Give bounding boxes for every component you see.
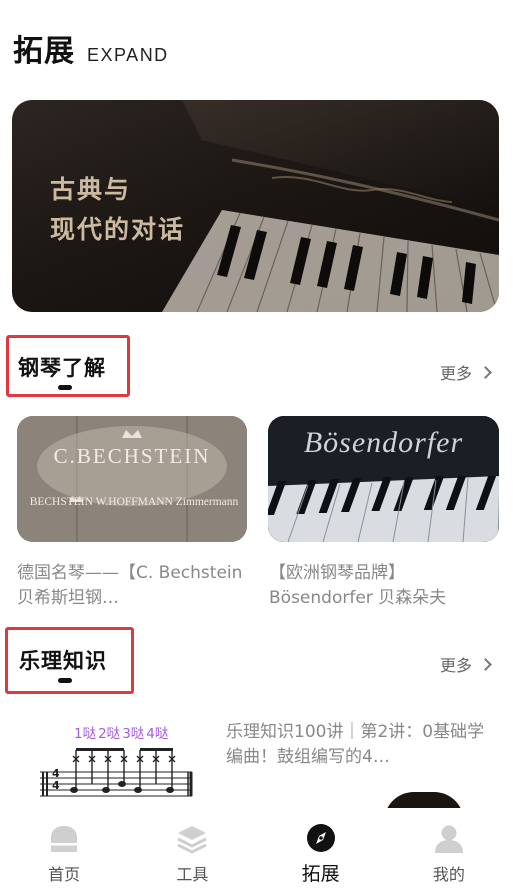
chevron-right-icon <box>479 657 492 671</box>
tab-mine-label: 我的 <box>432 865 465 884</box>
page-header: 拓展 EXPAND <box>13 26 169 69</box>
tab-expand[interactable]: 拓展 <box>257 808 385 892</box>
tab-tools-label: 工具 <box>176 865 209 884</box>
tab-tools[interactable]: 工具 <box>128 808 256 892</box>
banner-title: 古典与 现代的对话 <box>50 175 186 244</box>
bosendorfer-logo-text: Bösendorfer <box>303 426 464 459</box>
time-sig-bottom: 4 <box>52 779 60 792</box>
hero-banner[interactable]: 古典与 现代的对话 <box>12 100 499 312</box>
tab-expand-label: 拓展 <box>301 863 340 885</box>
lesson-title[interactable]: 乐理知识100讲｜第2讲：0基础学编曲！鼓组编写的4… <box>226 720 486 770</box>
section-theory-more-link[interactable]: 更多 <box>440 652 492 676</box>
more-label: 更多 <box>440 364 473 383</box>
user-icon <box>434 825 463 853</box>
page-title: 拓展 <box>13 34 75 69</box>
bechstein-sub-brands: BECHSTEIN W.HOFFMANN Zimmermann <box>29 496 239 508</box>
tab-home-label: 首页 <box>48 865 81 884</box>
section-theory-title: 乐理知识 <box>19 649 107 673</box>
section-piano-more-link[interactable]: 更多 <box>440 360 492 384</box>
bechstein-logo-text: C.BECHSTEIN <box>53 444 211 468</box>
piano-card-bechstein-caption[interactable]: 德国名琴——【C. Bechstein 贝希斯坦钢… <box>17 561 249 611</box>
piano-card-bechstein[interactable]: C.BECHSTEIN BECHSTEIN W.HOFFMANN Zimmerm… <box>17 416 247 542</box>
section-theory-underline <box>58 678 72 683</box>
page-subtitle: EXPAND <box>87 45 169 65</box>
tab-home[interactable]: 首页 <box>0 808 128 892</box>
lesson-thumbnail[interactable]: 1哒 2哒 3哒 4哒 4 4 <box>30 718 202 804</box>
tools-layers-icon <box>177 826 208 854</box>
compass-icon <box>306 824 335 852</box>
bechstein-wall-image <box>17 416 247 542</box>
tab-mine[interactable]: 我的 <box>385 808 513 892</box>
time-signature: 4 4 <box>52 768 60 792</box>
more-label: 更多 <box>440 656 473 675</box>
bottom-tab-bar: 首页 工具 拓展 我的 <box>0 808 513 892</box>
piano-card-bosendorfer-caption[interactable]: 【欧洲钢琴品牌】Bösendorfer 贝森朵夫 <box>269 561 501 611</box>
home-icon <box>51 826 78 852</box>
chevron-right-icon <box>479 365 492 379</box>
section-piano-underline <box>58 385 72 390</box>
section-piano-title: 钢琴了解 <box>18 356 106 380</box>
piano-card-bosendorfer[interactable]: Bösendorfer <box>268 416 499 542</box>
